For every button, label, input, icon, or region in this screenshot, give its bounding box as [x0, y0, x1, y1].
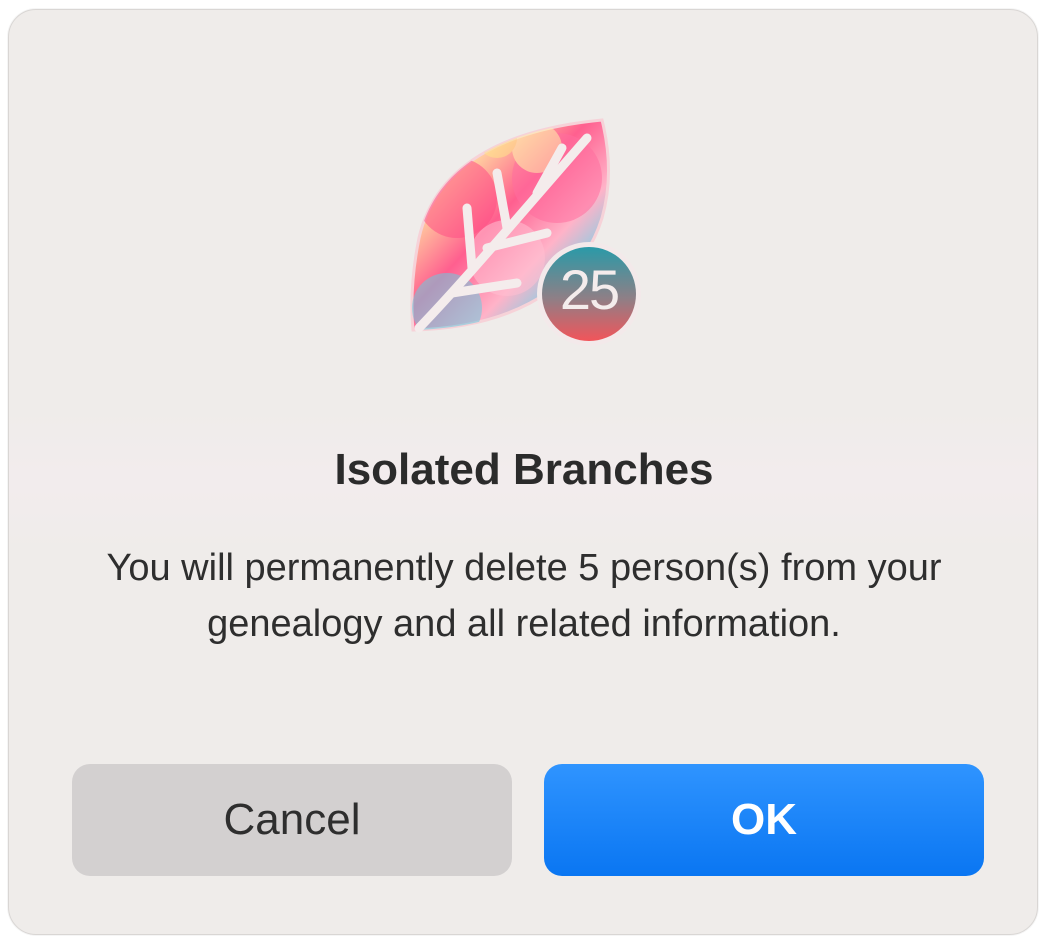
badge-number: 25: [559, 257, 620, 321]
dialog-title: Isolated Branches: [334, 445, 714, 494]
ok-button[interactable]: OK: [544, 764, 984, 876]
cancel-button-label: Cancel: [223, 795, 361, 844]
alert-dialog: 25 Isolated Branches You will permanentl…: [8, 9, 1038, 935]
ok-button-label: OK: [731, 795, 797, 844]
dialog-message: You will permanently delete 5 person(s) …: [106, 547, 942, 645]
version-badge-icon: 25: [542, 242, 636, 336]
cancel-button[interactable]: Cancel: [72, 764, 512, 876]
